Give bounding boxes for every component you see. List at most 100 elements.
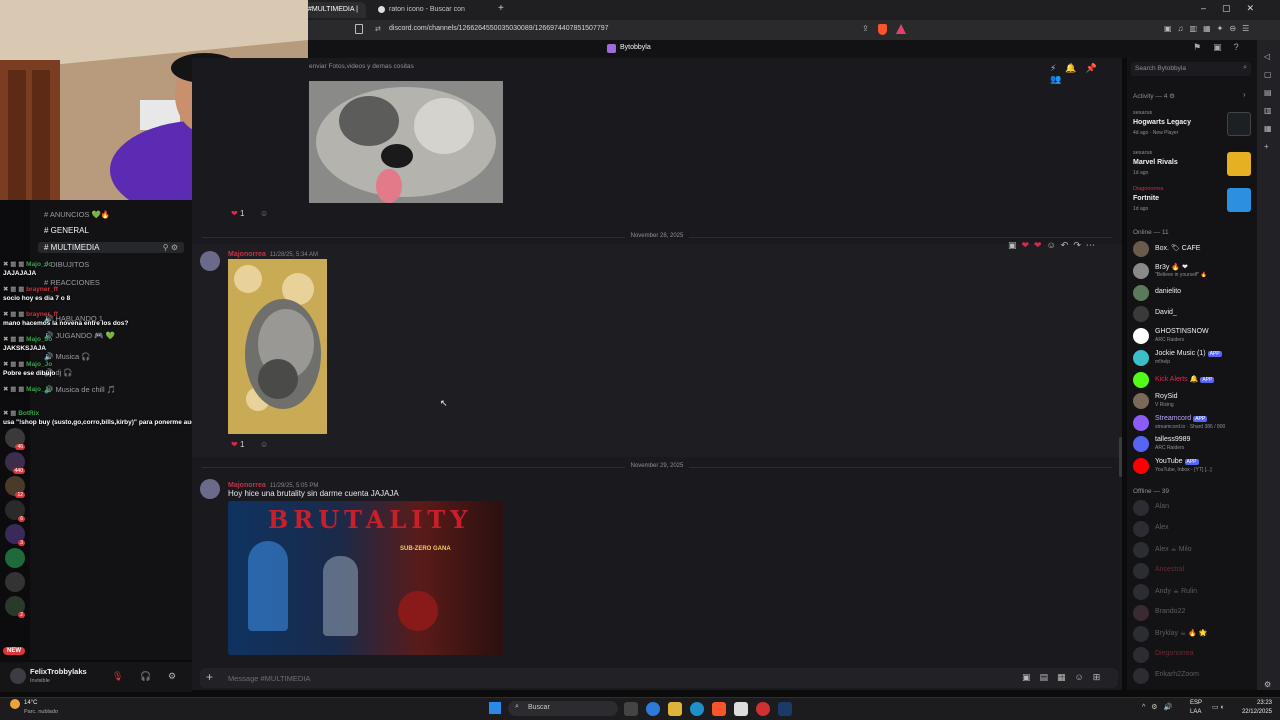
reaction-heart[interactable]: ❤ 1 <box>231 440 244 449</box>
message-author[interactable]: Majonorrea <box>228 482 266 489</box>
weather-icon[interactable] <box>10 699 20 709</box>
search-input[interactable]: Search Bytobbyla ⌕ <box>1131 62 1251 76</box>
add-attachment-icon[interactable]: + <box>206 670 213 684</box>
member-item[interactable]: Bryklay ☕ 🔥 🌟 <box>1133 624 1253 644</box>
file-explorer-icon[interactable] <box>668 702 682 716</box>
sidebar-icons[interactable]: ◁ ▢ ▤ ▥ ▦ + <box>1264 48 1272 156</box>
brave-shield-icon[interactable] <box>878 24 887 35</box>
member-item[interactable]: Box. 🏷 CAFE <box>1133 239 1253 259</box>
network-icons[interactable]: ▭ ◐ <box>1212 703 1225 711</box>
tray-icons[interactable]: ^⚙🔊 <box>1142 703 1178 711</box>
obs-icon[interactable] <box>756 702 770 716</box>
chat-message: mano hacemos la novena entre los dos? <box>3 320 129 327</box>
taskbar-search[interactable]: ⌕ Buscar <box>508 701 618 716</box>
brave-icon[interactable] <box>712 702 726 716</box>
member-item[interactable]: Ancestral <box>1133 561 1253 581</box>
store-icon[interactable] <box>734 702 748 716</box>
tab-multimedia[interactable]: #MULTIMEDIA | <box>300 2 366 18</box>
invite-settings-icons[interactable]: ⚲ ⚙ <box>163 243 178 252</box>
mic-muted-icon[interactable]: 🎙 <box>112 671 123 682</box>
windows-start-icon[interactable] <box>489 702 501 714</box>
task-view-icon[interactable] <box>624 702 638 716</box>
avatar[interactable] <box>200 479 220 499</box>
server-icon-5[interactable]: 3 <box>5 524 25 546</box>
browser-toolbar-icons[interactable]: ▣♫▥▦✦⊖☰ <box>1164 24 1255 33</box>
channel-multimedia-label: MULTIMEDIA <box>50 243 100 252</box>
avatar[interactable] <box>10 668 26 684</box>
sidebar-settings-icon[interactable]: ⚙ <box>1264 680 1271 689</box>
reaction-heart[interactable]: ❤ 1 <box>231 209 244 218</box>
photoshop-icon[interactable] <box>778 702 792 716</box>
activity-card[interactable]: sesarus Marvel Rivals 1d ago <box>1131 146 1253 182</box>
member-item[interactable]: Alex ☕ Milo <box>1133 540 1253 560</box>
member-item[interactable]: Alan <box>1133 498 1253 518</box>
member-item[interactable]: Diegonorrea <box>1133 645 1253 665</box>
window-controls[interactable]: –▢✕ <box>1201 3 1270 14</box>
member-item[interactable]: GHOSTINSNOW ARC Raiders <box>1133 326 1253 346</box>
server-icon-8[interactable]: 2 <box>5 596 25 618</box>
title-bar-icons[interactable]: ⚑▣? <box>1193 42 1251 53</box>
member-item[interactable]: YouTube APP YouTube, Inbox - [YT] [...] <box>1133 456 1253 476</box>
server-icon-2[interactable]: 440 <box>5 452 25 474</box>
composer-icons[interactable]: ▣▤▦☺⊞ <box>1022 672 1109 683</box>
activity-card[interactable]: sesarus Hogwarts Legacy 4d ago · New Pla… <box>1131 106 1253 142</box>
new-tab-button[interactable]: + <box>498 3 504 14</box>
server-icon-6[interactable] <box>5 548 25 568</box>
url-field[interactable]: discord.com/channels/1266264550035030089… <box>389 25 609 32</box>
server-icon-3[interactable]: 12 <box>5 476 25 498</box>
chevron-right-icon[interactable]: › <box>1243 90 1246 99</box>
share-icon[interactable]: ⇪ <box>862 24 869 33</box>
member-status: "Believe in yourself" 🔥 <box>1155 272 1207 278</box>
language-indicator[interactable]: ESP <box>1190 700 1202 706</box>
member-item[interactable]: Andy ☕ Rulin <box>1133 582 1253 602</box>
channel-anuncios[interactable]: # ANUNCIOS 💚🔥 <box>44 210 110 219</box>
member-item[interactable]: David_ <box>1133 304 1253 324</box>
member-name: GHOSTINSNOW <box>1155 328 1209 335</box>
member-item[interactable]: Erikarh2Zoom <box>1133 666 1253 686</box>
brutality-screenshot[interactable]: BRUTALITY SUB-ZERO GANA <box>228 501 503 655</box>
headphones-icon[interactable]: 🎧 <box>140 671 151 682</box>
message-input[interactable]: Message #MULTIMEDIA <box>228 674 310 683</box>
chat-user: ✖ ▦ ▦ Majo_Jo <box>3 361 53 368</box>
settings-gear-icon[interactable]: ⚙ <box>168 671 176 682</box>
dog-photo-1[interactable] <box>309 81 503 203</box>
member-item[interactable]: Brando22 <box>1133 603 1253 623</box>
server-icon-7[interactable] <box>5 572 25 592</box>
add-reaction-icon[interactable]: ☺ <box>260 209 268 218</box>
server-icon-4[interactable]: 6 <box>5 500 25 522</box>
member-item[interactable]: Jockie Music (1) APP m!help <box>1133 348 1253 368</box>
new-unreads-badge[interactable]: NEW <box>3 647 25 655</box>
message-author[interactable]: Majonorrea <box>228 251 266 258</box>
bookmark-icon[interactable] <box>355 24 363 34</box>
site-info-icon[interactable]: ⇄ <box>375 25 381 33</box>
channel-multimedia[interactable]: # MULTIMEDIA ⚲ ⚙ <box>38 242 184 253</box>
add-reaction-icon[interactable]: ☺ <box>260 440 268 449</box>
member-status: streamcord.io · Shard 386 / 800 <box>1155 424 1226 430</box>
chat-area: enviar Fotos,videos y demas cositas ⚡🔔📌👥… <box>192 58 1122 690</box>
chat-scrollbar[interactable] <box>1119 437 1122 477</box>
server-icon-1[interactable]: 46 <box>5 428 25 450</box>
activity-card[interactable]: Diagonorrea Fortnite 1d ago <box>1131 182 1253 218</box>
member-item[interactable]: talless9989 ARC Raiders <box>1133 434 1253 454</box>
message-actions[interactable]: ▣❤❤☺↶↷⋯ <box>1008 240 1100 251</box>
channel-general[interactable]: # GENERAL <box>44 226 89 235</box>
member-item[interactable]: RoySid V Rising <box>1133 391 1253 411</box>
search-placeholder: Search Bytobbyla <box>1135 65 1186 72</box>
clock-date[interactable]: 22/12/2025 <box>1234 709 1272 715</box>
avatar[interactable] <box>200 251 220 271</box>
member-item[interactable]: Streamcord APP streamcord.io · Shard 386 /… <box>1133 413 1253 433</box>
clock-time[interactable]: 23:23 <box>1246 700 1272 706</box>
tab-google-search[interactable]: raton icono - Buscar con Google <box>370 2 496 29</box>
member-item[interactable]: Alex <box>1133 519 1253 539</box>
edge-icon[interactable] <box>690 702 704 716</box>
channel-header-icons[interactable]: ⚡🔔📌👥 <box>1050 63 1122 85</box>
member-item[interactable]: danielito <box>1133 283 1253 303</box>
brave-rewards-icon[interactable] <box>896 24 906 34</box>
member-item[interactable]: Kick Alerts 🔔 APP <box>1133 370 1253 390</box>
reaction-count: 1 <box>239 209 245 218</box>
avatar <box>1133 521 1149 537</box>
copilot-icon[interactable] <box>646 702 660 716</box>
member-name: talless9989 <box>1155 436 1191 443</box>
dog-photo-2[interactable] <box>228 259 327 434</box>
member-item[interactable]: Br3y 🔥 ❤ "Believe in yourself" 🔥 <box>1133 261 1253 281</box>
